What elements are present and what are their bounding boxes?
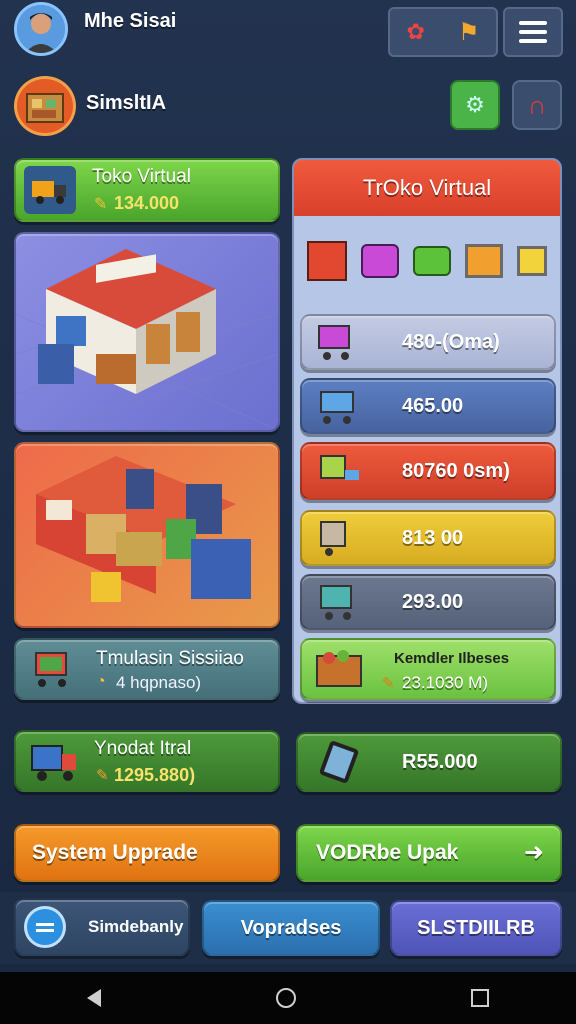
green-bag-icon[interactable]	[413, 246, 451, 276]
shop-item-row-4[interactable]: 813 00	[300, 510, 556, 566]
vodrbe-upak-button[interactable]: VODRbe Upak ➜	[296, 824, 562, 882]
row-3-value: 80760 0sm)	[402, 459, 510, 482]
tablet-amount: R55.000	[402, 750, 478, 773]
flag-icon: ⚑	[457, 18, 480, 46]
ynodat-amount: 1295.880)	[114, 765, 196, 785]
menu-button[interactable]	[503, 7, 563, 57]
clock-icon: ◔	[96, 673, 106, 690]
tab-slstdiilrb[interactable]: SLSTDIILRB	[390, 900, 562, 956]
system-upgrade-button[interactable]: System Upprade	[14, 824, 280, 882]
tmulasin-card[interactable]: Tmulasin Sissiiao ◔ 4 hqpnaso)	[14, 638, 280, 700]
plug-icon: ⚙	[465, 92, 485, 117]
box-cart-icon	[314, 516, 364, 560]
store-building-icon	[16, 249, 278, 430]
system-nav-bar	[0, 972, 576, 1024]
truck-icon	[24, 166, 76, 214]
blue-cart-icon	[314, 384, 364, 428]
toko-virtual-card[interactable]: Toko Virtual ✎ 134.000	[14, 158, 280, 222]
tab-simdebanly-label: Simdebanly	[88, 917, 184, 936]
row-6-sub: 23.1030 M)	[402, 673, 488, 692]
item-shelf	[294, 216, 560, 306]
menu-icon	[519, 30, 547, 34]
avatar[interactable]	[14, 2, 68, 56]
store-interior-icon	[36, 456, 251, 602]
magnet-button[interactable]: ∩	[512, 80, 562, 130]
row-2-value: 465.00	[402, 394, 464, 417]
store-scene-2[interactable]	[14, 442, 280, 628]
tmulasin-detail: 4 hqpnaso)	[116, 673, 202, 692]
delivery-truck-icon	[24, 736, 84, 786]
purple-bag-icon[interactable]	[361, 244, 399, 278]
shop-item-row-3[interactable]: 80760 0sm)	[300, 442, 556, 500]
shop-item-row-2[interactable]: 465.00	[300, 378, 556, 434]
row-5-value: 293.00	[402, 590, 464, 613]
toko-virtual-amount: 134.000	[114, 193, 180, 213]
cart-small-icon[interactable]	[517, 246, 547, 276]
recents-icon[interactable]	[470, 989, 489, 1007]
vodrbe-upak-label: VODRbe Upak	[316, 841, 459, 864]
tmulasin-title: Tmulasin Sissiiao	[96, 648, 244, 669]
panel-header: TrOko Virtual	[294, 160, 560, 216]
green-crate-icon	[314, 448, 364, 494]
teal-cart-icon	[314, 580, 364, 624]
shop-logo-icon[interactable]	[14, 76, 76, 136]
toko-virtual-title: Toko Virtual	[92, 166, 191, 187]
chat-icon	[24, 906, 66, 948]
tab-vopradses[interactable]: Vopradses	[202, 900, 380, 956]
shop-item-row-6[interactable]: Kemdler Ilbeses ✎ 23.1030 M)	[300, 638, 556, 700]
connect-button[interactable]: ⚙	[450, 80, 500, 130]
shop-item-row-1[interactable]: 480-(Oma)	[300, 314, 556, 370]
username: Mhe Sisai	[84, 10, 177, 32]
magnet-icon: ∩	[527, 89, 547, 120]
cart-icon	[26, 644, 80, 694]
coin-icon: ✎	[94, 196, 108, 213]
gift-icon: ✿	[406, 19, 425, 44]
arrow-right-icon: ➜	[523, 839, 544, 866]
back-icon[interactable]	[87, 989, 102, 1007]
red-crate-icon[interactable]	[307, 241, 347, 281]
row-6-title: Kemdler Ilbeses	[394, 650, 510, 667]
tablet-card[interactable]: R55.000	[296, 732, 562, 792]
row-1-value: 480-(Oma)	[402, 330, 500, 353]
store-scene-1[interactable]	[14, 232, 280, 432]
shop-item-row-5[interactable]: 293.00	[300, 574, 556, 630]
ynodat-card[interactable]: Ynodat Itral ✎ 1295.880)	[14, 730, 280, 792]
pencil-icon: ✎	[382, 675, 395, 692]
vegetable-crate-icon	[312, 644, 368, 694]
tab-slstdiilrb-label: SLSTDIILRB	[417, 916, 535, 939]
purple-cart-icon	[314, 320, 364, 364]
gift-flags-button[interactable]: ✿ ⚑	[388, 7, 498, 57]
row-4-value: 813 00	[402, 526, 464, 549]
pencil-icon-2: ✎	[96, 767, 109, 784]
panel-title: TrOko Virtual	[362, 175, 492, 200]
home-icon[interactable]	[275, 988, 296, 1008]
system-upgrade-label: System Upprade	[32, 841, 198, 864]
tab-simdebanly[interactable]: Simdebanly	[14, 898, 190, 956]
cart-yellow-icon[interactable]	[465, 244, 503, 278]
tab-vopradses-label: Vopradses	[240, 916, 342, 939]
ynodat-title: Ynodat Itral	[94, 738, 192, 759]
city-name: SimsltIA	[86, 92, 167, 114]
tablet-icon	[316, 738, 362, 786]
